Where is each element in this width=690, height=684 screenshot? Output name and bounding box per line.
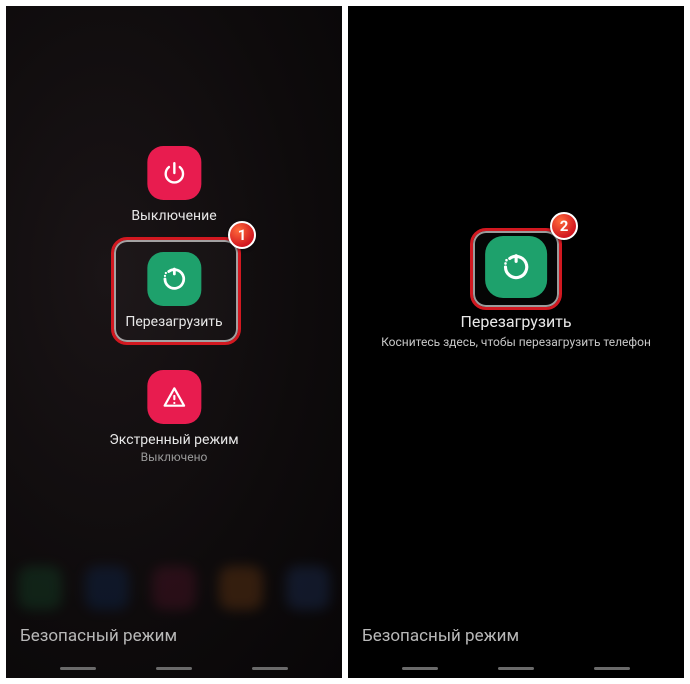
- emergency-sublabel: Выключено: [141, 450, 208, 464]
- safe-mode-label: Безопасный режим: [20, 626, 177, 646]
- emergency-label: Экстренный режим: [109, 432, 238, 448]
- power-off-button[interactable]: Выключение: [131, 146, 216, 224]
- power-off-label: Выключение: [131, 208, 216, 224]
- callout-badge-1: 1: [228, 221, 256, 249]
- callout-badge-2: 2: [550, 212, 578, 240]
- safe-mode-label: Безопасный режим: [362, 626, 519, 646]
- nav-home[interactable]: [156, 667, 192, 670]
- callout-highlight-1: [111, 237, 241, 345]
- power-icon: [147, 146, 201, 200]
- nav-back[interactable]: [252, 667, 288, 670]
- android-navbar[interactable]: [6, 667, 342, 670]
- dock-blur: [6, 558, 342, 618]
- emergency-button[interactable]: Экстренный режим Выключено: [109, 370, 238, 464]
- nav-home[interactable]: [498, 667, 534, 670]
- nav-recents[interactable]: [402, 667, 438, 670]
- restart-confirm-label: Перезагрузить: [460, 312, 571, 331]
- android-navbar[interactable]: [348, 667, 684, 670]
- nav-recents[interactable]: [60, 667, 96, 670]
- callout-highlight-2: [470, 228, 562, 310]
- emergency-icon: [147, 370, 201, 424]
- nav-back[interactable]: [594, 667, 630, 670]
- restart-confirm-hint: Коснитесь здесь, чтобы перезагрузить тел…: [381, 335, 651, 349]
- screenshot-left: Выключение Перезагрузить: [6, 6, 342, 678]
- screenshot-right: Перезагрузить Коснитесь здесь, чтобы пер…: [348, 6, 684, 678]
